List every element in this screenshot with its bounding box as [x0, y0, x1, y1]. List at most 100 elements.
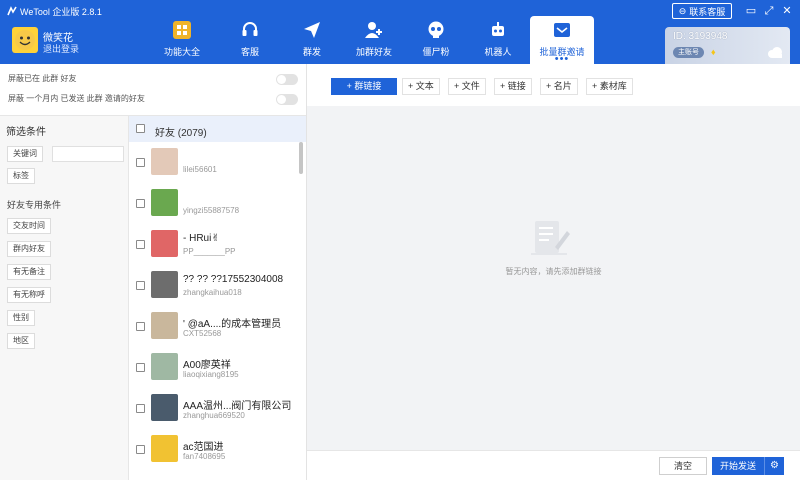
nav-item-features[interactable]: 功能大全	[150, 16, 214, 64]
filter-panel: 筛选条件 关键词 标签 好友专用条件 交友时间 群内好友 有无备注 有无称呼 性…	[0, 115, 129, 480]
filter-title: 筛选条件	[6, 127, 46, 138]
add-user-icon	[365, 22, 382, 38]
filter-chip-region[interactable]: 地区	[7, 333, 35, 349]
friend-name: - HRui✌	[183, 233, 220, 244]
friend-list-scrollbar[interactable]	[299, 142, 303, 174]
invite-icon	[554, 23, 570, 37]
filter-chip-gender[interactable]: 性别	[7, 310, 35, 326]
app-logo-icon	[7, 6, 17, 16]
headset-icon	[242, 22, 258, 36]
logout-link[interactable]: 退出登录	[43, 42, 79, 55]
close-icon[interactable]: ✕	[780, 4, 794, 18]
nav-item-batch-invite[interactable]: 批量群邀请 •••	[530, 16, 594, 65]
filter-chip-remark[interactable]: 有无备注	[7, 264, 51, 280]
filter-chip-add-time[interactable]: 交友时间	[7, 218, 51, 234]
nav-item-robot[interactable]: 机器人	[466, 16, 530, 64]
more-dots-icon[interactable]: •••	[530, 54, 594, 65]
diamond-icon: ♦	[711, 47, 716, 57]
friend-name: AAA温州...阀门有限公司	[183, 401, 292, 412]
content-toolbar: + 群链接 + 文本 + 文件 + 链接 + 名片 + 素材库	[307, 64, 800, 106]
minimize-icon[interactable]: ▭	[744, 4, 758, 18]
send-icon	[304, 22, 320, 38]
add-file-button[interactable]: + 文件	[448, 78, 486, 95]
list-item[interactable]: ' @aA....的成本管理员 CXT52568	[129, 306, 299, 347]
friend-checkbox[interactable]	[136, 445, 145, 454]
list-item[interactable]: ?? ?? ??17552304008 zhangkaihua018	[129, 265, 299, 306]
keyword-chip[interactable]: 关键词	[7, 146, 43, 162]
friend-checkbox[interactable]	[136, 281, 145, 290]
tag-chip[interactable]: 标签	[7, 168, 35, 184]
friend-id: liaoqixiang8195	[183, 370, 239, 379]
nav-item-broadcast[interactable]: 群发	[280, 16, 344, 64]
filter-chip-title[interactable]: 有无称呼	[7, 287, 51, 303]
account-card: ID: 3193948 主账号 ♦	[665, 27, 790, 64]
nav-item-add-friends[interactable]: 加群好友	[342, 16, 406, 64]
option-label: 屏蔽已在 此群 好友	[8, 74, 77, 83]
clear-button[interactable]: 清空	[659, 457, 707, 475]
action-bar: 清空 开始发送 ⚙	[307, 450, 800, 480]
nav-label: 客服	[240, 47, 259, 57]
friend-checkbox[interactable]	[136, 322, 145, 331]
select-all-checkbox[interactable]	[136, 124, 145, 133]
right-panel: + 群链接 + 文本 + 文件 + 链接 + 名片 + 素材库 暂无内容，请先添…	[307, 64, 800, 480]
add-text-button[interactable]: + 文本	[402, 78, 440, 95]
friend-id: yingzi55887578	[183, 206, 240, 215]
option-label: 屏蔽 一个月内 已发送 此群 邀请的好友	[8, 94, 145, 103]
friend-id: PP_______PP	[183, 247, 236, 256]
empty-state-text: 暂无内容，请先添加群链接	[505, 267, 602, 276]
app-header: WeTool 企业版 2.8.1 ⊖ 联系客服 ▭ ⤢ ✕ 微笑花 退出登录 功…	[0, 0, 800, 65]
nav-item-zombie-fans[interactable]: 僵尸粉	[404, 16, 468, 64]
account-badge: 主账号	[673, 47, 704, 58]
friend-conditions-label: 好友专用条件	[7, 200, 62, 210]
robot-icon	[492, 22, 504, 36]
avatar	[151, 353, 178, 380]
user-avatar[interactable]	[12, 27, 38, 53]
cloud-icon	[768, 47, 782, 58]
account-id: ID: 3193948	[673, 31, 728, 42]
keyword-input[interactable]	[52, 146, 124, 162]
avatar	[151, 435, 178, 462]
filter-chip-group-friends[interactable]: 群内好友	[7, 241, 51, 257]
friend-id: zhanghua669520	[183, 411, 245, 420]
friend-name: ac范国进	[183, 442, 224, 453]
friend-list-panel: 好友 (2079) lilei56601 yingzi55887578 - HR…	[129, 115, 306, 480]
support-label: 联系客服	[689, 6, 726, 17]
list-item[interactable]: A00廖英祥 liaoqixiang8195	[129, 347, 299, 388]
start-send-button[interactable]: 开始发送	[712, 457, 764, 475]
friend-id: lilei56601	[183, 165, 217, 174]
friend-checkbox[interactable]	[136, 404, 145, 413]
nav-label: 机器人	[484, 47, 512, 57]
list-item[interactable]: - HRui✌ PP_______PP	[129, 224, 299, 265]
left-panel: 屏蔽已在 此群 好友 屏蔽 一个月内 已发送 此群 邀请的好友 筛选条件 关键词…	[0, 64, 307, 480]
contact-support-button[interactable]: ⊖ 联系客服	[672, 3, 732, 19]
avatar	[151, 394, 178, 421]
grid-icon	[173, 21, 191, 39]
app-title: WeTool 企业版 2.8.1	[20, 7, 102, 17]
friend-checkbox[interactable]	[136, 199, 145, 208]
nav-item-service[interactable]: 客服	[218, 16, 282, 64]
friend-id: fan7408695	[183, 452, 226, 461]
option-row-exclude-sent: 屏蔽 一个月内 已发送 此群 邀请的好友	[8, 92, 298, 106]
friend-name: A00廖英祥	[183, 360, 231, 371]
friend-checkbox[interactable]	[136, 240, 145, 249]
add-group-link-button[interactable]: + 群链接	[331, 78, 397, 95]
exclude-group-toggle[interactable]	[276, 74, 298, 85]
avatar	[151, 189, 178, 216]
add-card-button[interactable]: + 名片	[540, 78, 578, 95]
friend-checkbox[interactable]	[136, 158, 145, 167]
add-link-button[interactable]: + 链接	[494, 78, 532, 95]
avatar	[151, 312, 178, 339]
nav-label: 僵尸粉	[422, 47, 450, 57]
friend-name: ?? ?? ??17552304008	[183, 274, 284, 285]
add-material-button[interactable]: + 素材库	[586, 78, 633, 95]
send-settings-icon[interactable]: ⚙	[764, 457, 784, 475]
maximize-icon[interactable]: ⤢	[762, 4, 776, 18]
friend-id: CXT52568	[183, 329, 222, 338]
friend-checkbox[interactable]	[136, 363, 145, 372]
list-item[interactable]: AAA温州...阀门有限公司 zhanghua669520	[129, 388, 299, 429]
list-item[interactable]: yingzi55887578	[129, 183, 299, 224]
friend-name: ' @aA....的成本管理员	[183, 319, 282, 330]
list-item[interactable]: ac范国进 fan7408695	[129, 429, 299, 470]
exclude-sent-toggle[interactable]	[276, 94, 298, 105]
list-item[interactable]: lilei56601	[129, 142, 299, 183]
